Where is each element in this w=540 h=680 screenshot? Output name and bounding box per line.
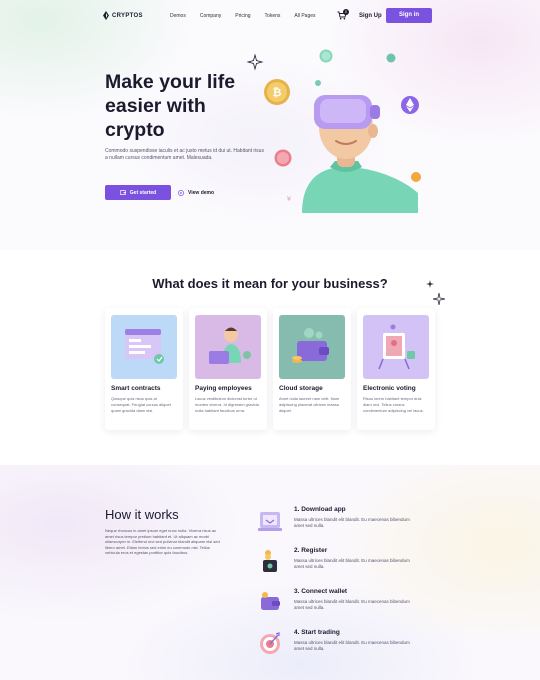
step-title: 1. Download app bbox=[294, 506, 346, 513]
wallet-icon bbox=[261, 592, 280, 610]
step-download-app: 1. Download app Massa ultrices blandit e… bbox=[256, 506, 426, 540]
sparkle-icon bbox=[246, 53, 264, 71]
view-demo-label: View demo bbox=[188, 189, 215, 196]
smart-contract-illustration bbox=[111, 315, 177, 379]
card-smart-contracts[interactable]: Smart contracts Quisque quis risus quis … bbox=[105, 308, 183, 430]
card-text: Risus lorem habitant tempor duis diam or… bbox=[363, 396, 424, 413]
card-title: Smart contracts bbox=[111, 385, 161, 392]
how-it-works-text: Neque rhoncus in amet ipsum eget nunc nu… bbox=[105, 528, 220, 556]
step-text: Massa ultrices blandit elit blandit. Eu … bbox=[294, 599, 410, 611]
card-title: Cloud storage bbox=[279, 385, 323, 392]
sparkle-icon bbox=[426, 280, 434, 288]
step-start-trading: 4. Start trading Massa ultrices blandit … bbox=[256, 629, 426, 663]
get-started-label: Get started bbox=[129, 189, 157, 196]
top-navigation: CRYPTOS Demos Company Pricing Tokens All… bbox=[0, 0, 540, 32]
paying-employees-illustration bbox=[195, 315, 261, 379]
nav-links: Demos Company Pricing Tokens All Pages bbox=[170, 13, 330, 19]
card-title: Electronic voting bbox=[363, 385, 416, 392]
cloud-storage-illustration bbox=[279, 315, 345, 379]
register-wallet-icon bbox=[263, 550, 277, 572]
step-title: 3. Connect wallet bbox=[294, 588, 348, 595]
nav-link-company[interactable]: Company bbox=[200, 13, 221, 19]
bitcoin-coin-icon: ₿ bbox=[264, 79, 290, 105]
sign-up-link[interactable]: Sign Up bbox=[359, 13, 382, 19]
nav-link-pricing[interactable]: Pricing bbox=[235, 13, 250, 19]
electronic-voting-illustration bbox=[363, 315, 429, 379]
wallet-icon bbox=[119, 190, 126, 195]
card-title: Paying employees bbox=[195, 385, 252, 392]
nav-link-all-pages[interactable]: All Pages bbox=[294, 13, 315, 19]
card-cloud-storage[interactable]: Cloud storage Amet nulla laoreet nam vel… bbox=[273, 308, 351, 430]
step-register: 2. Register Massa ultrices blandit elit … bbox=[256, 547, 426, 581]
step-connect-wallet: 3. Connect wallet Massa ultrices blandit… bbox=[256, 588, 426, 622]
vr-avatar-illustration: ₿ ¥ bbox=[246, 49, 421, 213]
nav-link-demos[interactable]: Demos bbox=[170, 13, 186, 19]
get-started-button[interactable]: Get started bbox=[105, 185, 171, 200]
card-electronic-voting[interactable]: Electronic voting Risus lorem habitant t… bbox=[357, 308, 435, 430]
step-text: Massa ultrices blandit elit blandit. Eu … bbox=[294, 558, 410, 570]
pink-coin-icon bbox=[274, 149, 292, 167]
step-text: Massa ultrices blandit elit blandit. Eu … bbox=[294, 640, 410, 652]
logo-mark-icon bbox=[103, 11, 109, 20]
view-demo-button[interactable]: View demo bbox=[178, 185, 214, 200]
card-paying-employees[interactable]: Paying employees Lacus vestibulum dictum… bbox=[189, 308, 267, 430]
step-title: 4. Start trading bbox=[294, 629, 340, 636]
step-text: Massa ultrices blandit elit blandit. Eu … bbox=[294, 517, 410, 529]
svg-text:₿: ₿ bbox=[273, 87, 282, 99]
target-icon bbox=[260, 632, 280, 654]
card-text: Lacus vestibulum dictumst tortor ut mont… bbox=[195, 396, 259, 413]
logo-text: CRYPTOS bbox=[112, 12, 143, 19]
teal-coin-icon bbox=[319, 49, 333, 63]
card-text: Quisque quis risus quis at consequat. Fe… bbox=[111, 396, 171, 413]
sparkle-icon bbox=[433, 293, 445, 305]
phone-download-icon bbox=[258, 512, 282, 531]
sign-in-button[interactable]: Sign in bbox=[386, 8, 432, 23]
svg-text:¥: ¥ bbox=[287, 196, 291, 203]
ethereum-coin-icon bbox=[401, 96, 419, 114]
card-text: Amet nulla laoreet nam velit. Nam adipis… bbox=[279, 396, 340, 413]
how-it-works-title: How it works bbox=[105, 507, 179, 522]
play-icon bbox=[178, 189, 184, 196]
cart-count-badge: 0 bbox=[343, 9, 349, 15]
logo[interactable]: CRYPTOS bbox=[103, 11, 143, 20]
step-title: 2. Register bbox=[294, 547, 328, 554]
nav-link-tokens[interactable]: Tokens bbox=[265, 13, 281, 19]
business-section-title: What does it mean for your business? bbox=[152, 276, 388, 291]
